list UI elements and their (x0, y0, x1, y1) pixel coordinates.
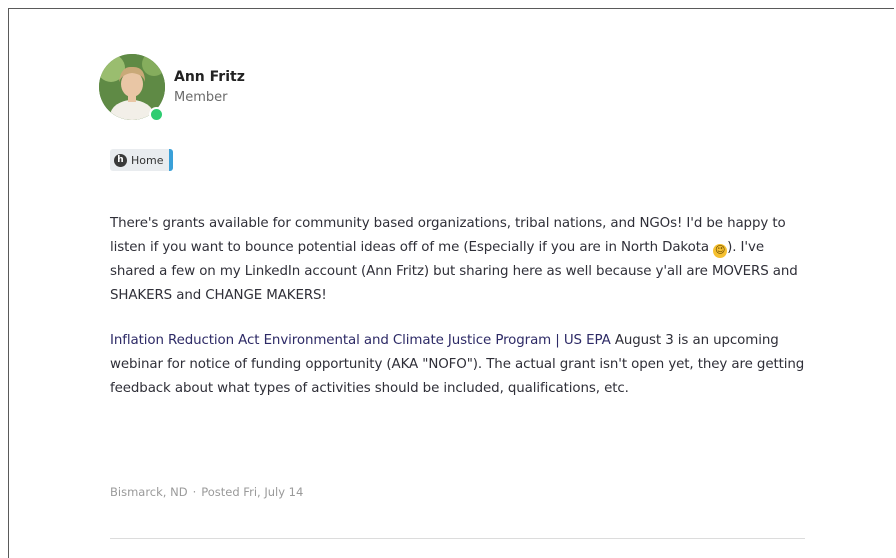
post-meta: Bismarck, ND · Posted Fri, July 14 (110, 485, 303, 499)
home-tag-chip[interactable]: h Home (110, 149, 174, 171)
meta-separator: · (192, 485, 197, 499)
paragraph-1-text-a: There's grants available for community b… (110, 216, 786, 255)
post-paragraph-2: Inflation Reduction Act Environmental an… (110, 329, 810, 401)
post-date: Posted Fri, July 14 (201, 485, 304, 499)
wink-emoji-icon: 😉 (713, 244, 728, 258)
post-location: Bismarck, ND (110, 485, 188, 499)
post-body: There's grants available for community b… (110, 212, 810, 422)
author-block: Ann Fritz Member (99, 54, 245, 122)
author-name[interactable]: Ann Fritz (174, 68, 245, 86)
epa-program-link[interactable]: Inflation Reduction Act Environmental an… (110, 333, 611, 348)
avatar-wrapper[interactable] (99, 54, 165, 122)
online-status-dot (149, 107, 164, 122)
author-role: Member (174, 89, 228, 105)
post-paragraph-1: There's grants available for community b… (110, 212, 810, 308)
tag-label: Home (131, 153, 164, 167)
home-logo-icon: h (114, 153, 127, 167)
author-info: Ann Fritz Member (174, 68, 245, 107)
divider (110, 538, 805, 539)
